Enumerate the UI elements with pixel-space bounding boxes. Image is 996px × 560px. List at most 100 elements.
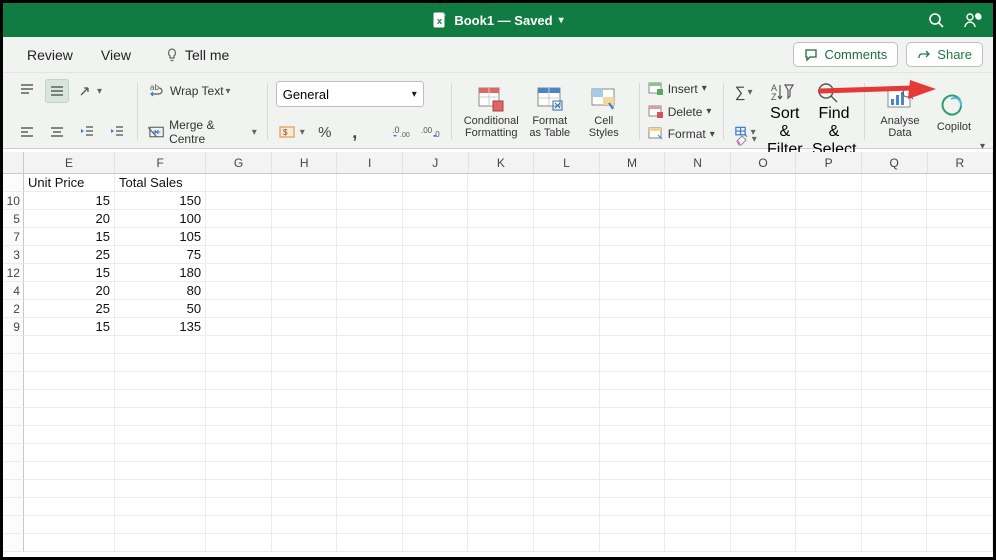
cell[interactable] xyxy=(337,336,403,354)
align-middle-button[interactable] xyxy=(45,79,69,103)
cell[interactable] xyxy=(534,174,600,192)
cell[interactable] xyxy=(862,516,928,534)
merge-centre-button[interactable]: Merge & Centre▾ xyxy=(146,120,259,144)
cell[interactable] xyxy=(927,516,993,534)
cell[interactable] xyxy=(403,354,469,372)
cell[interactable] xyxy=(862,318,928,336)
cell[interactable] xyxy=(927,282,993,300)
cell[interactable] xyxy=(927,210,993,228)
cell[interactable] xyxy=(665,408,731,426)
cell[interactable] xyxy=(534,336,600,354)
cell[interactable] xyxy=(534,462,600,480)
cell[interactable] xyxy=(206,336,272,354)
cell[interactable] xyxy=(927,300,993,318)
cell[interactable] xyxy=(600,372,666,390)
cell[interactable] xyxy=(24,516,115,534)
cell[interactable] xyxy=(796,282,862,300)
cell[interactable] xyxy=(337,408,403,426)
row-number[interactable] xyxy=(3,534,24,552)
cell[interactable] xyxy=(403,192,469,210)
cell[interactable] xyxy=(731,426,797,444)
cell[interactable] xyxy=(272,228,338,246)
column-header-L[interactable]: L xyxy=(534,152,600,173)
cell[interactable] xyxy=(796,336,862,354)
cell[interactable] xyxy=(337,444,403,462)
cell[interactable] xyxy=(272,246,338,264)
cell[interactable] xyxy=(115,462,206,480)
cell[interactable] xyxy=(403,516,469,534)
cell[interactable] xyxy=(206,354,272,372)
cell[interactable] xyxy=(468,264,534,282)
cell[interactable] xyxy=(272,210,338,228)
cell[interactable]: 20 xyxy=(24,210,115,228)
cell[interactable] xyxy=(337,516,403,534)
cell[interactable] xyxy=(115,336,206,354)
cell[interactable] xyxy=(468,372,534,390)
row-number[interactable] xyxy=(3,354,24,372)
cell[interactable] xyxy=(272,282,338,300)
cell[interactable] xyxy=(115,372,206,390)
cell[interactable] xyxy=(796,390,862,408)
cell[interactable] xyxy=(796,498,862,516)
cell[interactable] xyxy=(600,336,666,354)
cell[interactable] xyxy=(600,516,666,534)
cell[interactable] xyxy=(272,192,338,210)
row-number[interactable] xyxy=(3,426,24,444)
cell[interactable] xyxy=(731,354,797,372)
cell[interactable] xyxy=(468,444,534,462)
cell[interactable] xyxy=(862,444,928,462)
cell[interactable] xyxy=(206,246,272,264)
align-top-button[interactable] xyxy=(15,79,39,103)
cell[interactable] xyxy=(862,390,928,408)
cell[interactable] xyxy=(665,192,731,210)
cell[interactable] xyxy=(796,480,862,498)
cell[interactable] xyxy=(115,426,206,444)
cell[interactable] xyxy=(115,498,206,516)
cell[interactable] xyxy=(600,318,666,336)
row-number[interactable] xyxy=(3,462,24,480)
cell[interactable] xyxy=(272,174,338,192)
column-header-P[interactable]: P xyxy=(796,152,862,173)
cell[interactable] xyxy=(796,318,862,336)
cell[interactable] xyxy=(206,462,272,480)
cell[interactable]: 100 xyxy=(115,210,206,228)
cell[interactable] xyxy=(272,354,338,372)
cell[interactable] xyxy=(927,462,993,480)
cell[interactable] xyxy=(731,210,797,228)
cell[interactable] xyxy=(115,444,206,462)
cell[interactable] xyxy=(468,174,534,192)
cell[interactable] xyxy=(862,336,928,354)
cell[interactable] xyxy=(534,480,600,498)
cell[interactable] xyxy=(206,192,272,210)
number-format-select[interactable]: General ▾ xyxy=(276,81,424,107)
align-left-button[interactable] xyxy=(15,120,39,144)
cell[interactable]: 135 xyxy=(115,318,206,336)
cell[interactable] xyxy=(272,300,338,318)
cell[interactable] xyxy=(337,498,403,516)
cell[interactable] xyxy=(600,408,666,426)
spreadsheet-grid[interactable]: EFGHIJKLMNOPQR Unit PriceTotal Sales1015… xyxy=(3,152,993,557)
cell[interactable]: Total Sales xyxy=(115,174,206,192)
cell[interactable] xyxy=(206,480,272,498)
cell[interactable] xyxy=(665,174,731,192)
cell[interactable] xyxy=(468,480,534,498)
chevron-down-icon[interactable]: ▾ xyxy=(559,15,564,26)
cell[interactable] xyxy=(468,408,534,426)
cell[interactable] xyxy=(468,210,534,228)
align-center-button[interactable] xyxy=(45,120,69,144)
cell[interactable] xyxy=(468,282,534,300)
cell[interactable] xyxy=(665,480,731,498)
cell[interactable] xyxy=(731,282,797,300)
cell[interactable] xyxy=(468,426,534,444)
column-header-M[interactable]: M xyxy=(600,152,666,173)
cell[interactable] xyxy=(468,246,534,264)
cell[interactable] xyxy=(206,282,272,300)
comments-button[interactable]: Comments xyxy=(793,42,898,67)
tab-review[interactable]: Review xyxy=(13,41,87,69)
copilot-button[interactable]: Copilot xyxy=(927,89,981,135)
cell[interactable] xyxy=(927,246,993,264)
cell[interactable] xyxy=(403,264,469,282)
cell[interactable] xyxy=(927,318,993,336)
increase-decimal-button[interactable]: .0.00 xyxy=(389,120,413,144)
cell[interactable] xyxy=(862,174,928,192)
